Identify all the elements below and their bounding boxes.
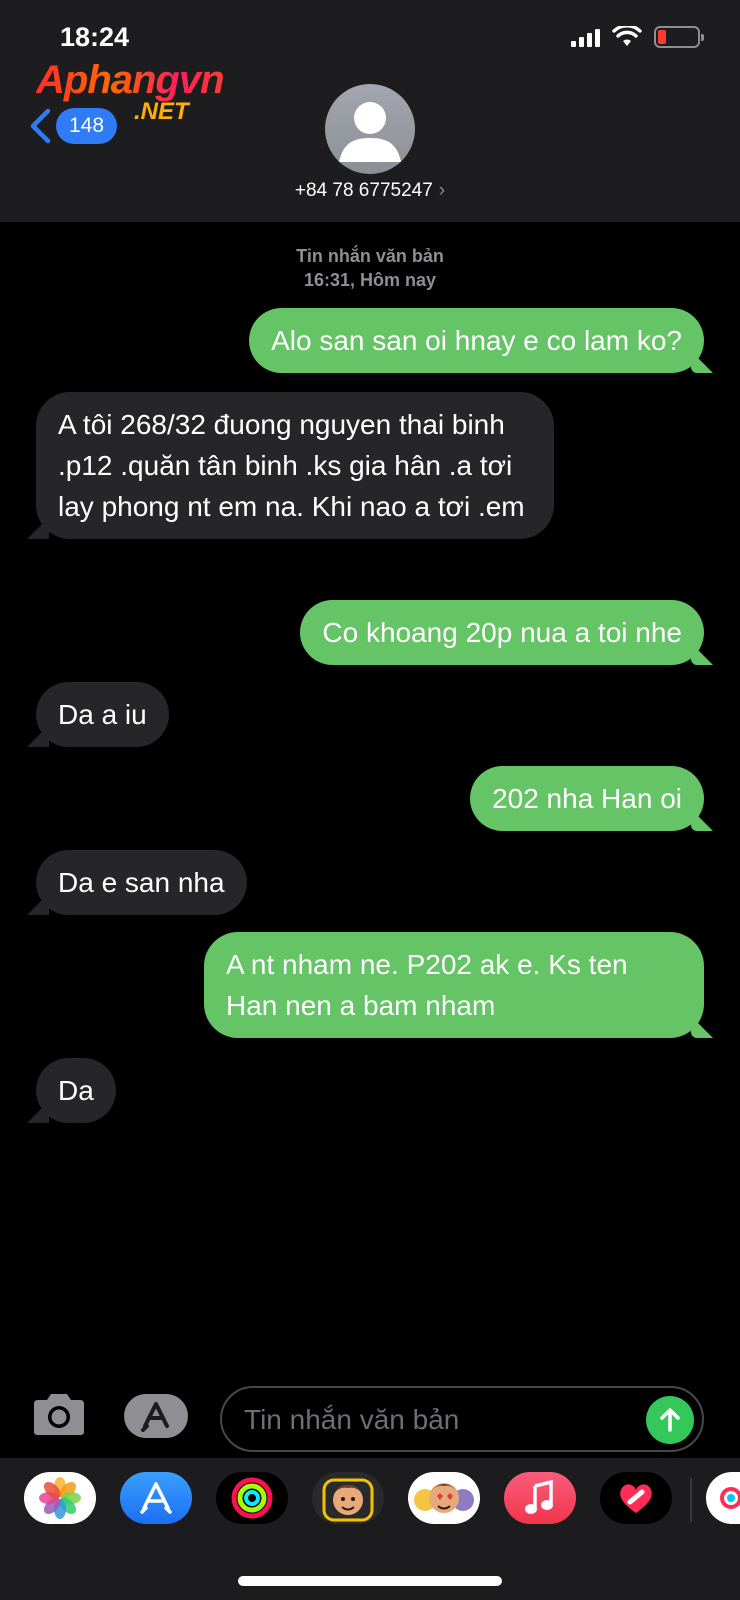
message-bubble-sent[interactable]: Co khoang 20p nua a toi nhe (300, 600, 704, 665)
back-button[interactable]: 148 (28, 108, 118, 144)
battery-icon (654, 26, 704, 48)
message-bubble-sent[interactable]: A nt nham ne. P202 ak e. Ks ten Han nen … (204, 932, 704, 1038)
contact-name[interactable]: +84 78 6775247 › (0, 180, 740, 202)
apps-button[interactable] (124, 1394, 188, 1438)
app-drawer (0, 1458, 740, 1600)
wifi-icon (612, 26, 642, 46)
contact-avatar[interactable] (325, 84, 415, 174)
watermark-line-2: .NET (134, 98, 189, 125)
app-store-icon[interactable] (120, 1472, 192, 1524)
contact-number: +84 78 6775247 (294, 180, 433, 201)
unread-count-badge: 148 (56, 108, 118, 144)
activity-icon[interactable] (216, 1472, 288, 1524)
music-icon[interactable] (504, 1472, 576, 1524)
timestamp-time: 16:31, Hôm nay (303, 270, 437, 290)
cellular-signal-icon (571, 27, 600, 47)
arrow-up-icon (660, 1408, 680, 1432)
drawer-divider (690, 1478, 692, 1522)
message-bubble-sent[interactable]: 202 nha Han oi (470, 766, 704, 831)
watermark-line-1: Aphangvn (36, 58, 225, 102)
message-input[interactable]: Tin nhắn văn bản (220, 1386, 704, 1452)
thread-timestamp: Tin nhắn văn bản 16:31, Hôm nay (0, 244, 740, 292)
message-bubble-received[interactable]: A tôi 268/32 đuong nguyen thai binh .p12… (36, 392, 554, 539)
digital-touch-icon[interactable] (600, 1472, 672, 1524)
more-apps-icon[interactable] (706, 1472, 740, 1524)
person-icon (339, 102, 401, 162)
conversation-header: 18:24 Aphangvn .NET 148 +84 78 6775247 › (0, 0, 740, 222)
chevron-right-icon: › (438, 180, 446, 201)
chevron-left-icon (30, 108, 51, 144)
memoji-stickers-icon[interactable] (408, 1472, 480, 1524)
message-bubble-received[interactable]: Da (36, 1058, 116, 1123)
status-time: 18:24 (60, 22, 130, 52)
message-bubble-sent[interactable]: Alo san san oi hnay e co lam ko? (249, 308, 704, 373)
memoji-icon[interactable] (312, 1472, 384, 1524)
app-store-a-icon (141, 1402, 169, 1432)
timestamp-service: Tin nhắn văn bản (296, 246, 444, 266)
camera-button[interactable] (30, 1392, 88, 1436)
message-input-placeholder: Tin nhắn văn bản (244, 1404, 460, 1435)
status-icons (571, 26, 704, 48)
send-button[interactable] (646, 1396, 694, 1444)
message-bubble-received[interactable]: Da a iu (36, 682, 169, 747)
home-indicator[interactable] (238, 1576, 502, 1586)
message-bubble-received[interactable]: Da e san nha (36, 850, 247, 915)
photos-icon[interactable] (24, 1472, 96, 1524)
